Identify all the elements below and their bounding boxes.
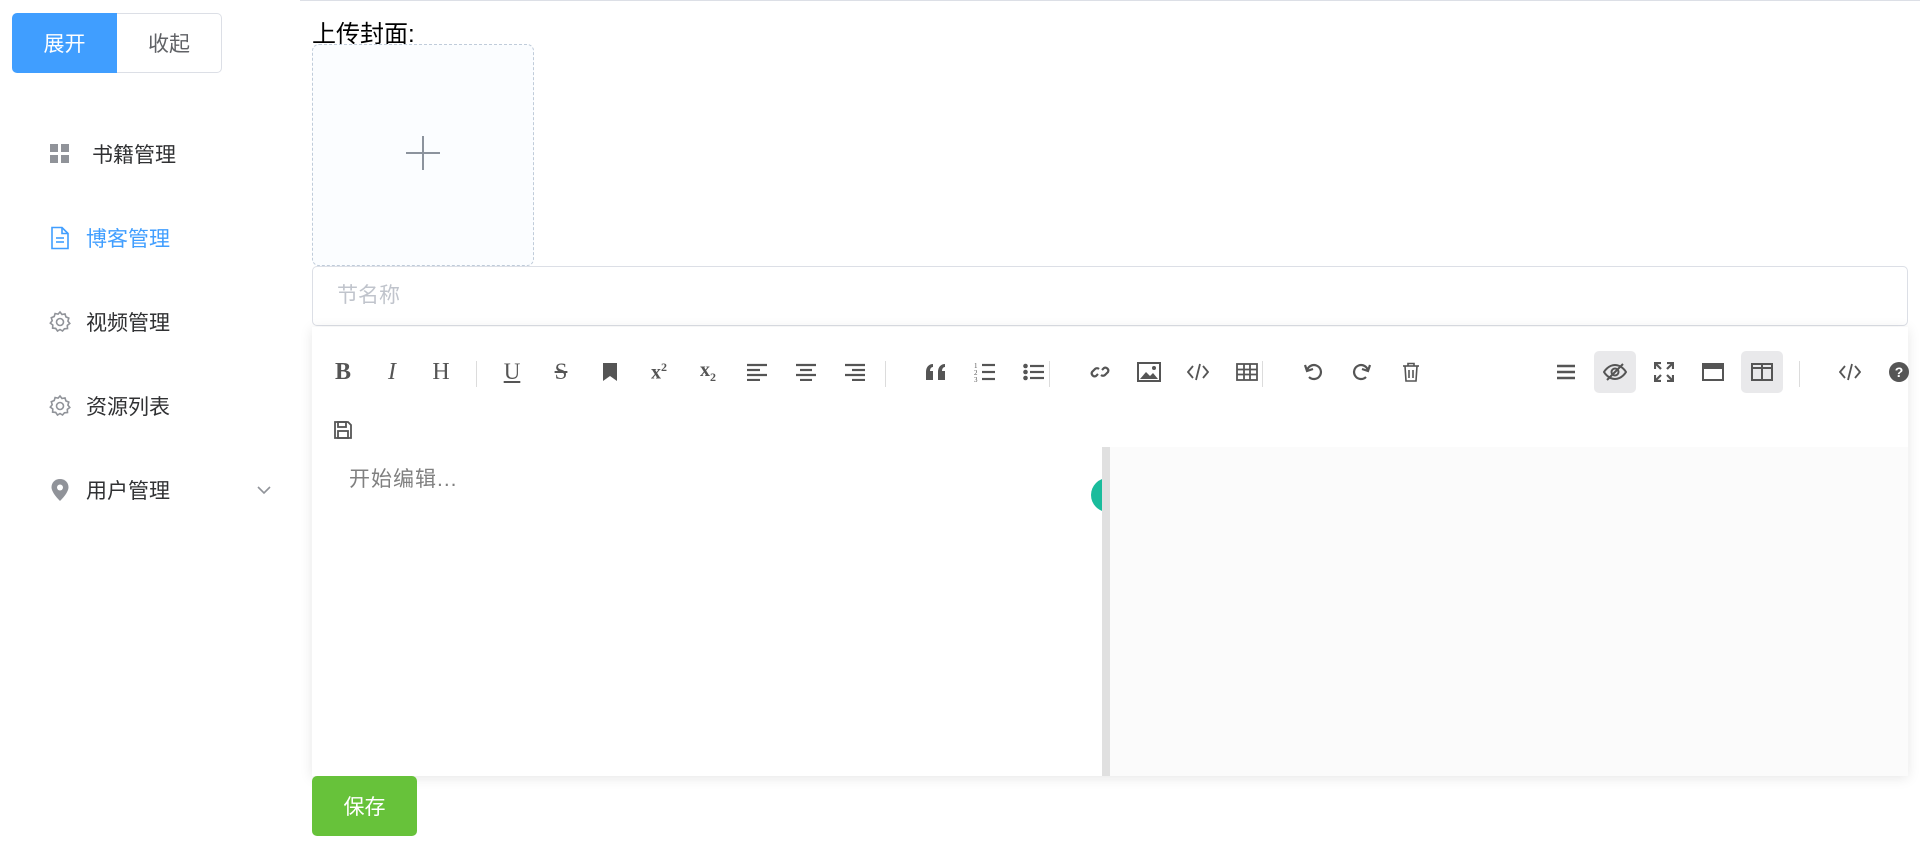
plus-icon [403,133,443,178]
expand-collapse-group: 展开 收起 [12,13,222,73]
markdown-editor: B I H U S x2 x2 123 ? 开始编辑... [312,327,1909,776]
sidebar-item-blogs[interactable]: 博客管理 [0,196,300,280]
quote-icon[interactable] [915,351,957,393]
save-button[interactable]: 保存 [312,776,417,836]
help-icon[interactable]: ? [1878,351,1920,393]
sidebar-item-label: 书籍管理 [92,144,176,167]
heading-icon[interactable]: H [420,351,462,393]
expand-button[interactable]: 展开 [12,13,117,73]
navigation-icon[interactable] [1545,351,1587,393]
bold-icon[interactable]: B [322,351,364,393]
align-right-icon[interactable] [834,351,876,393]
align-center-icon[interactable] [785,351,827,393]
undo-icon[interactable] [1292,351,1334,393]
toolbar-separator [1049,361,1050,387]
image-icon[interactable] [1128,351,1170,393]
document-icon [48,226,72,250]
sidebar-item-label: 资源列表 [86,396,170,419]
italic-icon[interactable]: I [371,351,413,393]
subscript-icon[interactable]: x2 [687,351,729,393]
sidebar-item-videos[interactable]: 视频管理 [0,280,300,364]
main-content: 上传封面: B I H U S x2 x2 [312,0,1909,867]
toolbar-separator [476,361,477,387]
sidebar: 展开 收起 书籍管理 博客管理 视频管理 资源列表 用户管理 [0,0,300,867]
redo-icon[interactable] [1341,351,1383,393]
read-mode-icon[interactable] [1692,351,1734,393]
ordered-list-icon[interactable]: 123 [964,351,1006,393]
superscript-icon[interactable]: x2 [638,351,680,393]
preview-pane [1110,447,1908,776]
underline-icon[interactable]: U [491,351,533,393]
subfield-icon[interactable] [1741,351,1783,393]
sidebar-item-label: 用户管理 [86,480,170,503]
fullscreen-icon[interactable] [1643,351,1685,393]
html-code-icon[interactable] [1829,351,1871,393]
preview-toggle-icon[interactable] [1594,351,1636,393]
sidebar-item-users[interactable]: 用户管理 [0,448,300,532]
sidebar-item-books[interactable]: 书籍管理 [0,112,300,196]
strikethrough-icon[interactable]: S [540,351,582,393]
link-icon[interactable] [1079,351,1121,393]
section-name-input[interactable] [312,266,1908,326]
align-left-icon[interactable] [736,351,778,393]
sidebar-item-label: 视频管理 [86,312,170,335]
bookmark-icon[interactable] [589,351,631,393]
svg-text:?: ? [1895,364,1904,380]
location-pin-icon [48,478,72,502]
code-icon[interactable] [1177,351,1219,393]
chevron-down-icon[interactable] [254,480,274,500]
editor-input-pane[interactable]: 开始编辑... [312,447,1113,776]
gear-icon [48,394,72,418]
cover-uploader[interactable] [312,44,534,266]
side-menu: 书籍管理 博客管理 视频管理 资源列表 用户管理 [0,112,300,532]
pane-divider[interactable] [1102,447,1110,776]
collapse-button[interactable]: 收起 [117,13,222,73]
save-icon[interactable] [322,409,364,451]
toolbar-separator [1799,361,1800,387]
toolbar-separator [885,361,886,387]
editor-toolbar: B I H U S x2 x2 123 ? [312,327,1909,447]
grid-icon [48,142,72,166]
toolbar-separator [1262,361,1263,387]
svg-text:3: 3 [974,376,978,382]
trash-icon[interactable] [1390,351,1432,393]
sidebar-item-label: 博客管理 [86,228,170,251]
sidebar-item-resources[interactable]: 资源列表 [0,364,300,448]
editor-placeholder: 开始编辑... [349,468,458,491]
gear-icon [48,310,72,334]
